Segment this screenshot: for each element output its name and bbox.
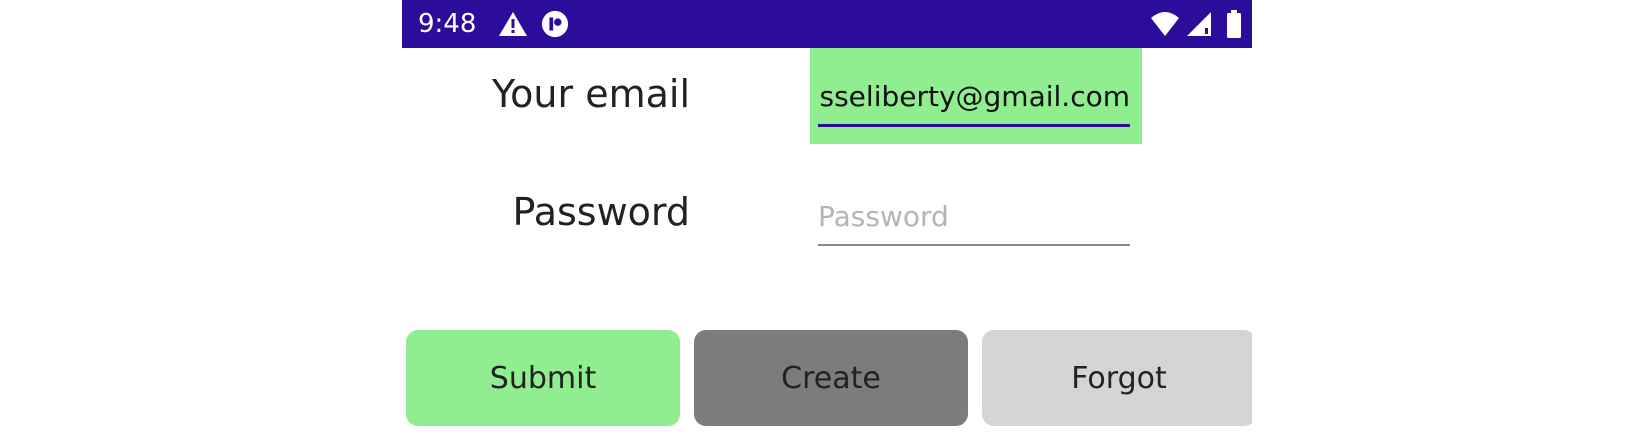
email-field[interactable] xyxy=(818,74,1130,118)
status-time: 9:48 xyxy=(418,9,477,39)
email-field-container xyxy=(810,48,1142,144)
email-field-underline xyxy=(818,124,1130,127)
forgot-button[interactable]: Forgot xyxy=(982,330,1252,426)
cell-signal-icon xyxy=(1187,12,1211,36)
warning-icon xyxy=(499,12,527,36)
password-label: Password xyxy=(512,190,691,234)
wifi-icon xyxy=(1151,12,1179,36)
app-screen: 9:48 Your email Password Submit xyxy=(402,0,1252,434)
app-notification-icon xyxy=(541,10,569,38)
submit-button[interactable]: Submit xyxy=(406,330,680,426)
email-label: Your email xyxy=(492,72,690,116)
password-field[interactable] xyxy=(818,194,1130,238)
battery-icon xyxy=(1227,10,1241,38)
password-field-underline xyxy=(818,244,1130,246)
status-bar: 9:48 xyxy=(402,0,1252,48)
create-button[interactable]: Create xyxy=(694,330,968,426)
